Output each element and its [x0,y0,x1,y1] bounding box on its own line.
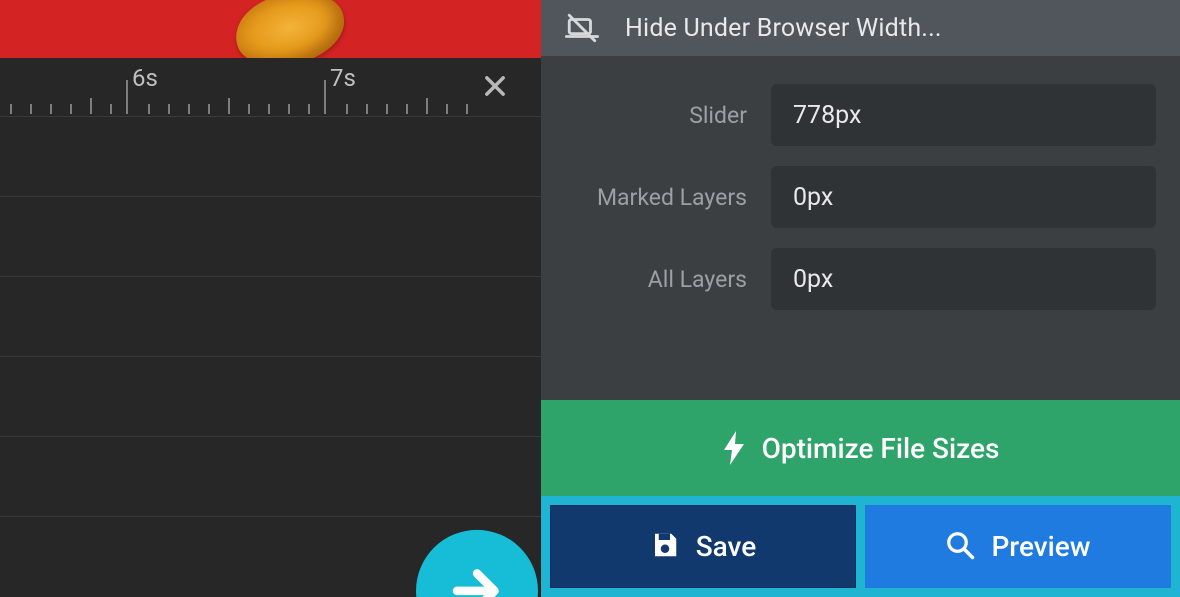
timeline-row[interactable] [0,436,541,516]
timeline-row[interactable] [0,276,541,356]
timeline-row[interactable] [0,356,541,436]
label-marked-layers: Marked Layers [541,184,771,211]
timeline-rows [0,116,541,597]
action-bar: Save Preview [541,496,1180,597]
slide-preview [0,0,541,58]
close-icon[interactable] [477,68,513,104]
timeline-row[interactable] [0,196,541,276]
row-slider: Slider 778px [541,84,1156,146]
properties-panel: Hide Under Browser Width... Slider 778px… [541,0,1180,597]
label-slider: Slider [541,102,771,129]
tick-label-7s: 7s [330,64,356,92]
bolt-icon [722,431,746,465]
timeline-row[interactable] [0,116,541,196]
optimize-label: Optimize File Sizes [762,432,1000,465]
ruler-ticks: 6s 7s [0,58,541,116]
tick-label-6s: 6s [132,64,158,92]
timeline-panel: 6s 7s [0,0,541,597]
row-marked-layers: Marked Layers 0px [541,166,1156,228]
panel-body: Slider 778px Marked Layers 0px All Layer… [541,56,1180,400]
timeline-ruler[interactable]: 6s 7s [0,58,541,116]
save-label: Save [696,530,757,563]
device-off-icon [565,11,599,45]
input-marked-layers-width[interactable]: 0px [771,166,1156,228]
preview-label: Preview [991,530,1090,563]
optimize-button[interactable]: Optimize File Sizes [541,400,1180,496]
row-all-layers: All Layers 0px [541,248,1156,310]
search-icon [945,530,975,564]
preview-button[interactable]: Preview [865,505,1171,588]
label-all-layers: All Layers [541,266,771,293]
panel-title: Hide Under Browser Width... [625,14,942,43]
input-all-layers-width[interactable]: 0px [771,248,1156,310]
input-slider-width[interactable]: 778px [771,84,1156,146]
save-icon [650,530,680,564]
chip-graphic [228,0,352,58]
save-button[interactable]: Save [550,505,856,588]
panel-header[interactable]: Hide Under Browser Width... [541,0,1180,56]
